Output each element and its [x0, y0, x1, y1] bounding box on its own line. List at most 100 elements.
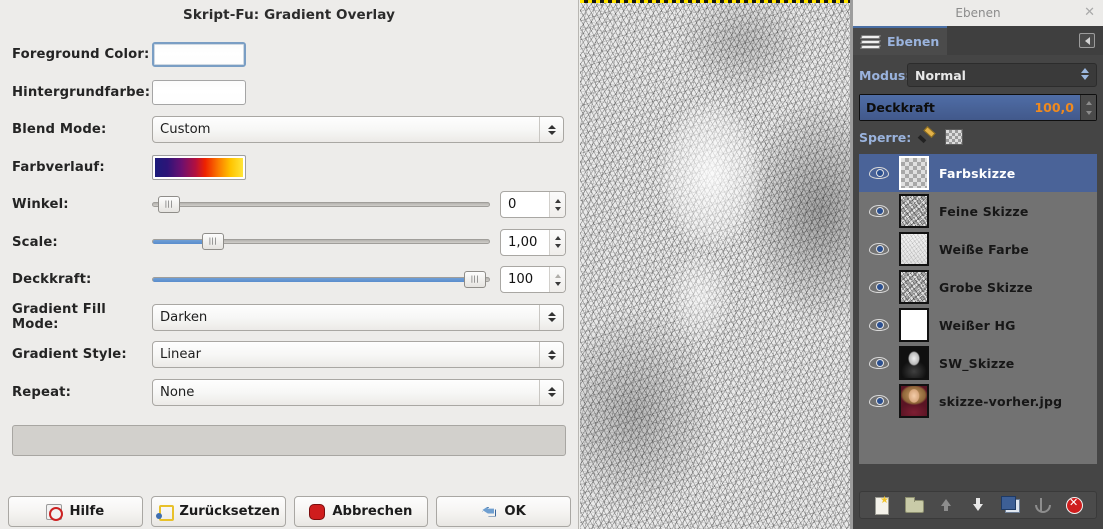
chevron-updown-icon: [539, 304, 563, 330]
layers-list[interactable]: Farbskizze Feine Skizze Weiße Farbe Grob…: [859, 154, 1097, 464]
layer-opacity-value: 100,0: [1034, 100, 1074, 115]
layer-opacity-slider[interactable]: Deckkraft 100,0: [859, 94, 1097, 121]
panel-menu-icon[interactable]: [1079, 33, 1095, 48]
scale-slider[interactable]: |||: [152, 232, 490, 252]
gradient-swatch: [155, 157, 243, 177]
lock-label: Sperre:: [859, 129, 912, 145]
cancel-button[interactable]: Abbrechen: [293, 496, 429, 527]
progress-bar: [12, 425, 566, 456]
opacity-slider[interactable]: |||: [152, 270, 490, 290]
layer-row-skizze-vorher[interactable]: skizze-vorher.jpg: [859, 382, 1097, 420]
gradient-style-combobox[interactable]: Linear: [152, 341, 564, 369]
field-row-repeat: Repeat: None: [12, 374, 566, 412]
help-icon: [46, 503, 64, 521]
fill-mode-label: Gradient Fill Mode:: [12, 302, 106, 333]
scale-label: Scale:: [12, 234, 58, 250]
fill-mode-value: Darken: [160, 309, 208, 325]
layer-row-weisser-hg[interactable]: Weißer HG: [859, 306, 1097, 344]
eye-icon[interactable]: [865, 279, 893, 295]
field-row-opacity: Deckkraft: ||| 100: [12, 261, 566, 299]
layer-opacity-label: Deckkraft: [866, 100, 935, 115]
layer-name: skizze-vorher.jpg: [939, 393, 1063, 409]
delete-layer-icon[interactable]: [1064, 496, 1084, 514]
lower-layer-icon[interactable]: [968, 496, 988, 514]
chevron-updown-icon: [539, 379, 563, 405]
field-row-angle: Winkel: ||| 0: [12, 186, 566, 224]
layers-toolbar: [859, 491, 1097, 519]
angle-slider-track: [152, 201, 490, 207]
mode-combobox[interactable]: Normal: [907, 63, 1097, 87]
layer-opacity-bar[interactable]: Deckkraft 100,0: [860, 95, 1080, 120]
gradient-style-value: Linear: [160, 347, 201, 363]
field-row-blend-mode: Blend Mode: Custom: [12, 111, 566, 149]
duplicate-layer-icon[interactable]: [1000, 496, 1020, 514]
scale-spinner[interactable]: 1,00: [500, 228, 566, 256]
cancel-button-label: Abbrechen: [332, 504, 413, 519]
eye-icon[interactable]: [865, 165, 893, 181]
opacity-slider-handle[interactable]: |||: [464, 270, 486, 288]
opacity-slider-fill: [153, 277, 471, 282]
layers-titlebar: Ebenen ✕: [853, 0, 1103, 26]
new-layer-icon[interactable]: [872, 495, 892, 515]
scale-spinner-arrows[interactable]: [549, 229, 565, 255]
mode-value: Normal: [915, 67, 966, 83]
repeat-combobox[interactable]: None: [152, 378, 564, 406]
layer-opacity-spinner-arrows[interactable]: [1080, 95, 1096, 120]
eye-icon[interactable]: [865, 241, 893, 257]
ok-button-label: OK: [504, 504, 526, 519]
layer-row-grobe-skizze[interactable]: Grobe Skizze: [859, 268, 1097, 306]
tab-layers-label: Ebenen: [887, 34, 940, 49]
foreground-color-swatch[interactable]: [152, 42, 246, 68]
dialog-form: Foreground Color: Hintergrundfarbe: Blen…: [0, 36, 578, 411]
eye-icon[interactable]: [865, 317, 893, 333]
eye-icon[interactable]: [865, 393, 893, 409]
field-row-fill-mode: Gradient Fill Mode: Darken: [12, 299, 566, 337]
layers-window-title: Ebenen: [955, 6, 1001, 20]
reset-icon: [156, 504, 175, 521]
repeat-value: None: [160, 384, 195, 400]
lock-alpha-checker-icon[interactable]: [945, 129, 963, 145]
fill-mode-combobox[interactable]: Darken: [152, 303, 564, 331]
gradient-style-label: Gradient Style:: [12, 347, 127, 363]
eye-icon[interactable]: [865, 355, 893, 371]
layer-name: Grobe Skizze: [939, 279, 1033, 295]
layer-thumbnail: [899, 346, 929, 380]
angle-spinner-arrows[interactable]: [549, 192, 565, 218]
opacity-spinner[interactable]: 100: [500, 266, 566, 294]
layer-row-weisse-farbe[interactable]: Weiße Farbe: [859, 230, 1097, 268]
reset-button[interactable]: Zurücksetzen: [150, 496, 286, 527]
field-row-background-color: Hintergrundfarbe:: [12, 74, 566, 112]
new-layer-group-icon[interactable]: [904, 496, 924, 514]
anchor-layer-icon[interactable]: [1032, 496, 1052, 514]
lock-pixels-brush-icon[interactable]: [917, 129, 935, 145]
selection-marching-ants: [580, 0, 853, 3]
ok-button[interactable]: OK: [436, 496, 571, 527]
angle-slider-handle[interactable]: |||: [158, 195, 180, 213]
tab-layers[interactable]: Ebenen: [853, 26, 948, 55]
close-icon[interactable]: ✕: [1084, 6, 1095, 19]
opacity-value: 100: [508, 272, 534, 288]
cancel-icon: [309, 504, 325, 520]
layer-row-farbskizze[interactable]: Farbskizze: [859, 154, 1097, 192]
raise-layer-icon[interactable]: [936, 496, 956, 514]
scale-slider-handle[interactable]: |||: [202, 233, 224, 251]
angle-spinner[interactable]: 0: [500, 191, 566, 219]
blend-mode-combobox[interactable]: Custom: [152, 116, 564, 144]
layer-row-feine-skizze[interactable]: Feine Skizze: [859, 192, 1097, 230]
layer-row-sw-skizze[interactable]: SW_Skizze: [859, 344, 1097, 382]
background-color-swatch[interactable]: [152, 79, 246, 105]
gradient-preview-button[interactable]: [152, 154, 246, 180]
layer-name: Weiße Farbe: [939, 241, 1029, 257]
reset-button-label: Zurücksetzen: [179, 504, 280, 519]
help-button-label: Hilfe: [69, 504, 105, 519]
dialog-button-bar: Hilfe Zurücksetzen Abbrechen OK: [0, 496, 579, 529]
image-canvas[interactable]: [580, 0, 853, 529]
help-button[interactable]: Hilfe: [8, 496, 143, 527]
angle-slider[interactable]: |||: [152, 195, 490, 215]
gradient-label: Farbverlauf:: [12, 159, 105, 175]
opacity-spinner-arrows[interactable]: [549, 267, 565, 293]
layer-thumbnail: [899, 194, 929, 228]
repeat-label: Repeat:: [12, 384, 72, 400]
eye-icon[interactable]: [865, 203, 893, 219]
background-color-label: Hintergrundfarbe:: [12, 84, 151, 100]
